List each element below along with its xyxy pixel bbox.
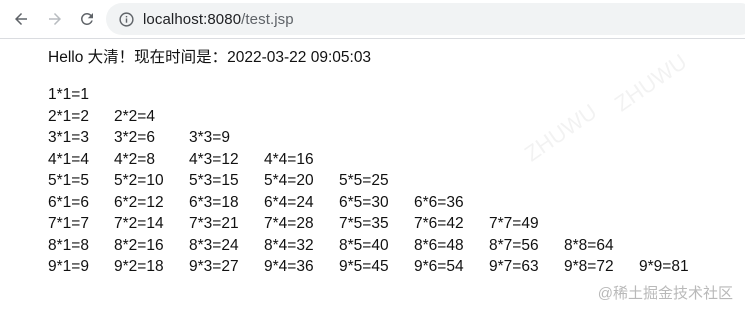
table-cell: 6*4=24	[264, 193, 314, 211]
table-cell: 4*4=16	[264, 150, 314, 168]
table-cell: 7*1=7	[48, 215, 89, 232]
reload-icon	[80, 12, 93, 25]
greeting-text: Hello 大清！现在时间是：2022-03-22 09:05:03	[48, 49, 372, 66]
table-cell: 7*6=42	[414, 215, 464, 232]
table-cell: 9*1=9	[48, 258, 89, 275]
address-bar[interactable]: localhost:8080/test.jsp	[106, 3, 745, 35]
table-cell: 3*2=6	[114, 129, 155, 146]
table-cell: 8*2=16	[114, 236, 164, 254]
table-cell: 9*8=72	[564, 258, 614, 275]
table-cell: 8*8=64	[564, 236, 614, 254]
table-row: 4*1=4 4*2=8 4*3=12 4*4=16	[48, 149, 738, 171]
table-cell: 5*1=5	[48, 172, 89, 189]
table-cell: 2*2=4	[114, 107, 155, 125]
table-cell: 6*1=6	[48, 193, 89, 211]
back-button[interactable]	[6, 4, 36, 34]
browser-toolbar: localhost:8080/test.jsp	[0, 0, 745, 39]
table-cell: 5*4=20	[264, 172, 314, 189]
multiplication-table: 1*1=1 2*1=2 2*2=4 3*1=3 3*2=6 3*3=9 4*1=4 4*2=8…	[48, 84, 738, 278]
table-cell: 4*3=12	[189, 150, 239, 168]
table-cell: 9*4=36	[264, 258, 314, 275]
table-cell: 4*1=4	[48, 150, 89, 168]
table-cell: 8*3=24	[189, 236, 239, 254]
table-cell: 9*3=27	[189, 258, 239, 275]
watermark-text: @稀土掘金技术社区	[597, 285, 733, 302]
table-cell: 8*7=56	[489, 236, 539, 254]
table-cell: 7*4=28	[264, 215, 314, 232]
url-path: /test.jsp	[241, 10, 294, 28]
table-cell: 3*1=3	[48, 129, 89, 146]
table-row: 5*1=5 5*2=10 5*3=15 5*4=20 5*5=25	[48, 170, 738, 192]
table-row: 7*1=7 7*2=14 7*3=21 7*4=28 7*5=35 7*6=42 7*7=4…	[48, 213, 738, 235]
table-cell: 8*1=8	[48, 236, 89, 254]
table-cell: 6*6=36	[414, 193, 464, 211]
arrow-left-icon	[15, 13, 27, 25]
url-host: localhost:8080	[143, 10, 242, 28]
table-cell: 8*5=40	[339, 236, 389, 254]
table-cell: 9*7=63	[489, 258, 539, 275]
table-cell: 9*9=81	[639, 258, 689, 275]
table-row: 9*1=9 9*2=18 9*3=27 9*4=36 9*5=45 9*6=54 9*7=6…	[48, 256, 738, 278]
table-cell: 9*5=45	[339, 258, 389, 275]
table-cell: 9*6=54	[414, 258, 464, 275]
table-row: 1*1=1	[48, 84, 738, 106]
table-cell: 8*4=32	[264, 236, 314, 254]
table-cell: 5*2=10	[114, 172, 164, 189]
table-row: 8*1=8 8*2=16 8*3=24 8*4=32 8*5=40 8*6=48 8*7=5…	[48, 235, 738, 257]
table-cell: 7*2=14	[114, 215, 164, 232]
table-cell: 6*2=12	[114, 193, 164, 211]
url-text[interactable]: localhost:8080/test.jsp	[143, 11, 294, 28]
page-content: Hello 大清！现在时间是：2022-03-22 09:05:03 1*1=1…	[48, 46, 738, 278]
table-cell: 1*1=1	[48, 86, 89, 103]
forward-button[interactable]	[40, 4, 70, 34]
table-row: 3*1=3 3*2=6 3*3=9	[48, 127, 738, 149]
table-cell: 3*3=9	[189, 129, 230, 146]
table-cell: 7*5=35	[339, 215, 389, 232]
reload-button[interactable]	[72, 4, 102, 34]
table-cell: 6*3=18	[189, 193, 239, 211]
table-cell: 7*7=49	[489, 215, 539, 232]
table-cell: 6*5=30	[339, 193, 389, 211]
table-cell: 2*1=2	[48, 107, 89, 125]
table-cell: 9*2=18	[114, 258, 164, 275]
table-row: 2*1=2 2*2=4	[48, 106, 738, 128]
table-row: 6*1=6 6*2=12 6*3=18 6*4=24 6*5=30 6*6=36	[48, 192, 738, 214]
table-cell: 5*3=15	[189, 172, 239, 189]
table-cell: 8*6=48	[414, 236, 464, 254]
info-circle-icon[interactable]	[117, 10, 135, 28]
arrow-right-icon	[49, 13, 61, 25]
table-cell: 4*2=8	[114, 150, 155, 168]
table-cell: 5*5=25	[339, 172, 389, 189]
table-cell: 7*3=21	[189, 215, 239, 232]
